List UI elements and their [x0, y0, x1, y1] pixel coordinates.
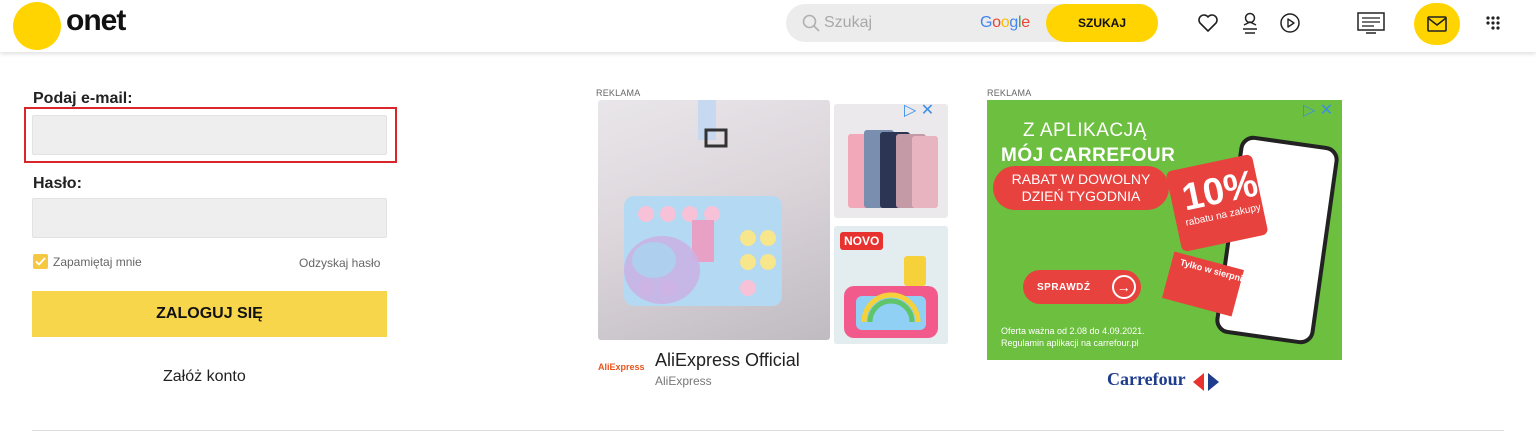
tv-program-icon[interactable] [1356, 10, 1386, 36]
carrefour-logo[interactable]: Carrefour [1107, 369, 1186, 390]
google-logo: Google [980, 14, 1030, 31]
aliexpress-ad[interactable]: ▷ ✕ NOVO AliExpress AliExpress Official … [598, 100, 948, 395]
mail-button[interactable] [1414, 3, 1460, 45]
search-input[interactable] [824, 12, 964, 34]
arrow-right-icon: → [1112, 275, 1136, 299]
create-account-link[interactable]: Załóż konto [163, 368, 246, 386]
email-label: Podaj e-mail: [33, 90, 133, 107]
search-button[interactable]: SZUKAJ [1046, 4, 1158, 42]
divider [32, 430, 1504, 431]
ad-disclaimer: Oferta ważna od 2.08 do 4.09.2021. Regul… [1001, 326, 1145, 348]
checkmark-icon [35, 257, 46, 266]
search-bar: Google SZUKAJ [786, 4, 1158, 42]
ad-headline: Z APLIKACJĄ [1023, 120, 1147, 141]
play-icon[interactable] [1277, 10, 1303, 36]
apps-grid-icon[interactable] [1480, 10, 1506, 36]
ad-label: REKLAMA [596, 88, 641, 98]
ad-headline-bold: MÓJ CARREFOUR [1001, 145, 1176, 166]
ad-product-thumb[interactable]: NOVO [834, 226, 948, 344]
adchoices-icon[interactable]: ▷ ✕ [1303, 100, 1333, 120]
password-label: Hasło: [33, 175, 82, 192]
password-field[interactable] [32, 198, 387, 238]
heart-icon[interactable] [1195, 10, 1221, 36]
carrefour-ad[interactable]: Z APLIKACJĄ MÓJ CARREFOUR RABAT W DOWOLN… [987, 100, 1342, 360]
ad-title[interactable]: AliExpress Official [655, 350, 800, 371]
remember-checkbox[interactable] [33, 254, 48, 269]
adchoices-icon[interactable]: ▷ ✕ [904, 100, 934, 120]
mail-icon [1427, 16, 1447, 32]
remember-me[interactable]: Zapamiętaj mnie [33, 254, 142, 269]
remember-label: Zapamiętaj mnie [53, 254, 142, 269]
email-field[interactable] [32, 115, 387, 155]
ad-subtitle: AliExpress [655, 374, 712, 388]
onet-logo[interactable]: onet [66, 4, 126, 38]
ad-banner: RABAT W DOWOLNY DZIEŃ TYGODNIA [993, 166, 1169, 210]
horoscope-icon[interactable] [1237, 10, 1263, 36]
novo-badge: NOVO [840, 232, 884, 250]
search-icon [802, 14, 820, 32]
onet-logo-dot[interactable] [13, 2, 61, 50]
check-button[interactable]: SPRAWDŹ → [1023, 270, 1141, 304]
carrefour-mark-icon [1193, 373, 1219, 391]
ad-label: REKLAMA [987, 88, 1032, 98]
login-button[interactable]: ZALOGUJ SIĘ [32, 291, 387, 337]
ad-product-thumb[interactable] [834, 104, 948, 218]
aliexpress-logo: AliExpress [598, 362, 645, 372]
recover-password-link[interactable]: Odzyskaj hasło [299, 256, 380, 270]
ad-product-image[interactable] [598, 100, 830, 340]
top-bar: onet Google SZUKAJ [0, 0, 1536, 52]
